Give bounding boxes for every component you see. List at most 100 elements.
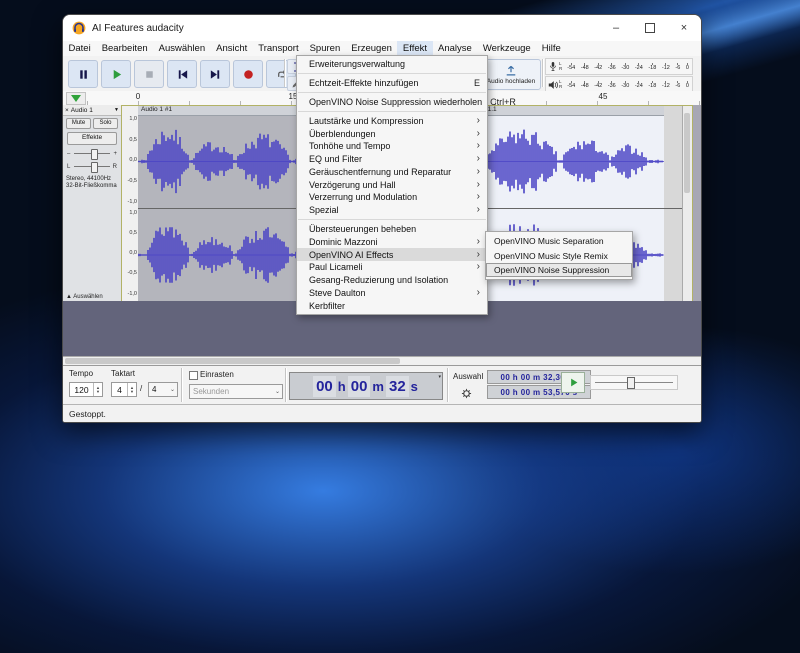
menu-werkzeuge[interactable]: Werkzeuge bbox=[477, 41, 536, 56]
select-label: Auswählen bbox=[73, 294, 102, 300]
skip-to-end-button[interactable] bbox=[200, 60, 230, 88]
menu-item-uebersteuerungen[interactable]: Übersteuerungen beheben bbox=[297, 223, 487, 236]
menu-spuren[interactable]: Spuren bbox=[304, 41, 346, 56]
meter-scale-label: -54 bbox=[567, 81, 575, 89]
vertical-scrollbar[interactable] bbox=[682, 105, 692, 301]
taktart-spin-icons[interactable]: ▲▼ bbox=[127, 383, 136, 396]
pan-slider-track[interactable] bbox=[74, 166, 110, 167]
menu-item-gesang-reduzierung[interactable]: Gesang-Reduzierung und Isolation bbox=[297, 274, 487, 287]
solo-button[interactable]: Solo bbox=[93, 118, 118, 129]
maximize-button[interactable] bbox=[633, 15, 667, 41]
menu-item-label: Tonhöhe und Tempo bbox=[309, 141, 469, 151]
effects-button[interactable]: Effekte bbox=[67, 132, 117, 145]
taktart-lower-dropdown[interactable]: 4 ⌄ bbox=[148, 382, 178, 397]
submenu-arrow-icon: › bbox=[477, 117, 480, 125]
transport-toolbar bbox=[68, 60, 296, 88]
share-audio-button[interactable]: Audio hochladen bbox=[481, 59, 541, 90]
menu-item-openvino-ai-effects[interactable]: OpenVINO AI Effects› bbox=[297, 248, 487, 261]
menu-bearbeiten[interactable]: Bearbeiten bbox=[96, 41, 153, 56]
menu-effekt[interactable]: Effekt bbox=[397, 41, 432, 56]
speed-slider-thumb[interactable] bbox=[627, 377, 635, 389]
pause-button[interactable] bbox=[68, 60, 98, 88]
taktart-upper-value[interactable]: 4 bbox=[112, 385, 127, 395]
submenu-arrow-icon: › bbox=[477, 251, 480, 259]
selection-settings-gear-icon[interactable] bbox=[461, 388, 472, 399]
submenu-item-music-style-remix[interactable]: OpenVINO Music Style Remix bbox=[486, 248, 632, 262]
track-menu-chevron-icon[interactable]: ▼ bbox=[114, 107, 119, 113]
track-name[interactable]: Audio 1 bbox=[71, 107, 114, 114]
menu-auswaehlen[interactable]: Auswählen bbox=[153, 41, 210, 56]
playback-speed-slider[interactable] bbox=[590, 375, 678, 390]
stop-icon bbox=[143, 68, 156, 81]
menu-item-dominic-mazzoni[interactable]: Dominic Mazzoni› bbox=[297, 235, 487, 248]
skip-to-start-button[interactable] bbox=[167, 60, 197, 88]
time-minutes[interactable]: 00 bbox=[348, 376, 371, 397]
snap-checkbox[interactable] bbox=[189, 371, 198, 380]
play-at-speed-button[interactable] bbox=[561, 372, 585, 393]
gain-slider[interactable]: – + bbox=[63, 147, 121, 160]
recording-meter[interactable]: LR -54-48-42-36-30-24-18-12-60 bbox=[545, 58, 693, 75]
pan-slider-thumb[interactable] bbox=[91, 162, 98, 173]
menu-item-echtzeit-effekte[interactable]: Echtzeit-Effekte hinzufügenE bbox=[297, 77, 487, 90]
track-close-icon[interactable]: × bbox=[65, 107, 69, 114]
menu-item-spezial[interactable]: Spezial› bbox=[297, 204, 487, 217]
tempo-value[interactable]: 120 bbox=[70, 385, 93, 395]
pinned-playhead-button[interactable] bbox=[66, 92, 86, 105]
menu-separator bbox=[298, 219, 486, 220]
close-button[interactable]: × bbox=[667, 15, 701, 41]
audio-position-display[interactable]: 00 h 00 m 32 s ▾ bbox=[289, 372, 443, 400]
minimize-button[interactable]: – bbox=[599, 15, 633, 41]
amp-label: 1,0 bbox=[121, 211, 137, 217]
horizontal-scrollbar-thumb[interactable] bbox=[65, 358, 400, 364]
gain-min-label: – bbox=[67, 151, 73, 157]
time-seconds[interactable]: 32 bbox=[386, 376, 409, 397]
menu-hilfe[interactable]: Hilfe bbox=[536, 41, 566, 56]
menu-erzeugen[interactable]: Erzeugen bbox=[346, 41, 398, 56]
play-button[interactable] bbox=[101, 60, 131, 88]
track-header[interactable]: × Audio 1 ▼ bbox=[63, 105, 121, 116]
amp-label: 0,5 bbox=[121, 231, 137, 237]
time-format-caret-icon[interactable]: ▾ bbox=[438, 374, 441, 380]
submenu-arrow-icon: › bbox=[477, 181, 480, 189]
menu-item-label: Steve Daulton bbox=[309, 288, 469, 298]
menu-item-verzerrung[interactable]: Verzerrung und Modulation› bbox=[297, 191, 487, 204]
snap-mode-dropdown[interactable]: Sekunden ⌄ bbox=[189, 384, 283, 399]
menu-item-openvino-ns-wiederholen[interactable]: OpenVINO Noise Suppression wiederholenCt… bbox=[297, 96, 487, 109]
menu-item-eq-filter[interactable]: EQ und Filter› bbox=[297, 153, 487, 166]
stop-button[interactable] bbox=[134, 60, 164, 88]
menu-item-verzoegerung[interactable]: Verzögerung und Hall › bbox=[297, 178, 487, 191]
chevron-down-icon-2: ⌄ bbox=[273, 388, 282, 395]
menu-item-ueberblendungen[interactable]: Überblendungen› bbox=[297, 127, 487, 140]
loop-icon bbox=[275, 68, 288, 81]
tempo-spin-icons[interactable]: ▲▼ bbox=[93, 383, 102, 396]
menu-item-label: Verzögerung und Hall bbox=[309, 180, 469, 190]
window-title: AI Features audacity bbox=[92, 23, 184, 34]
mute-button[interactable]: Mute bbox=[66, 118, 91, 129]
menu-item-kerbfilter[interactable]: Kerbfilter bbox=[297, 299, 487, 312]
record-button[interactable] bbox=[233, 60, 263, 88]
time-h-unit: h bbox=[337, 377, 347, 396]
menu-item-erweiterungsverwaltung[interactable]: Erweiterungsverwaltung bbox=[297, 58, 487, 71]
menu-analyse[interactable]: Analyse bbox=[433, 41, 478, 56]
menu-item-steve-daulton[interactable]: Steve Daulton› bbox=[297, 287, 487, 300]
tempo-stepper[interactable]: 120 ▲▼ bbox=[69, 382, 103, 397]
menu-item-paul-licameli[interactable]: Paul Licameli› bbox=[297, 261, 487, 274]
gain-slider-thumb[interactable] bbox=[91, 149, 98, 160]
submenu-item-music-separation[interactable]: OpenVINO Music Separation bbox=[486, 234, 632, 248]
submenu-item-noise-suppression[interactable]: OpenVINO Noise Suppression bbox=[486, 263, 632, 277]
maximize-icon bbox=[645, 23, 655, 33]
menu-item-lautstaerke[interactable]: Lautstärke und Kompression› bbox=[297, 114, 487, 127]
menu-datei[interactable]: Datei bbox=[63, 41, 96, 56]
titlebar[interactable]: AI Features audacity – × bbox=[63, 15, 701, 41]
menu-item-tonhoehe[interactable]: Tonhöhe und Tempo› bbox=[297, 140, 487, 153]
track-select-button[interactable]: ▲ Auswählen bbox=[66, 294, 103, 300]
pan-slider[interactable]: L R bbox=[63, 160, 121, 173]
time-hours[interactable]: 00 bbox=[313, 376, 336, 397]
menu-transport[interactable]: Transport bbox=[253, 41, 304, 56]
clip-title[interactable]: Audio 1 #1 bbox=[141, 105, 172, 114]
gain-slider-track[interactable] bbox=[74, 153, 110, 154]
menu-ansicht[interactable]: Ansicht bbox=[211, 41, 253, 56]
taktart-upper-stepper[interactable]: 4 ▲▼ bbox=[111, 382, 137, 397]
menu-item-geraeuschentfernung[interactable]: Geräuschentfernung und Reparatur› bbox=[297, 165, 487, 178]
vertical-scrollbar-thumb[interactable] bbox=[684, 113, 690, 193]
